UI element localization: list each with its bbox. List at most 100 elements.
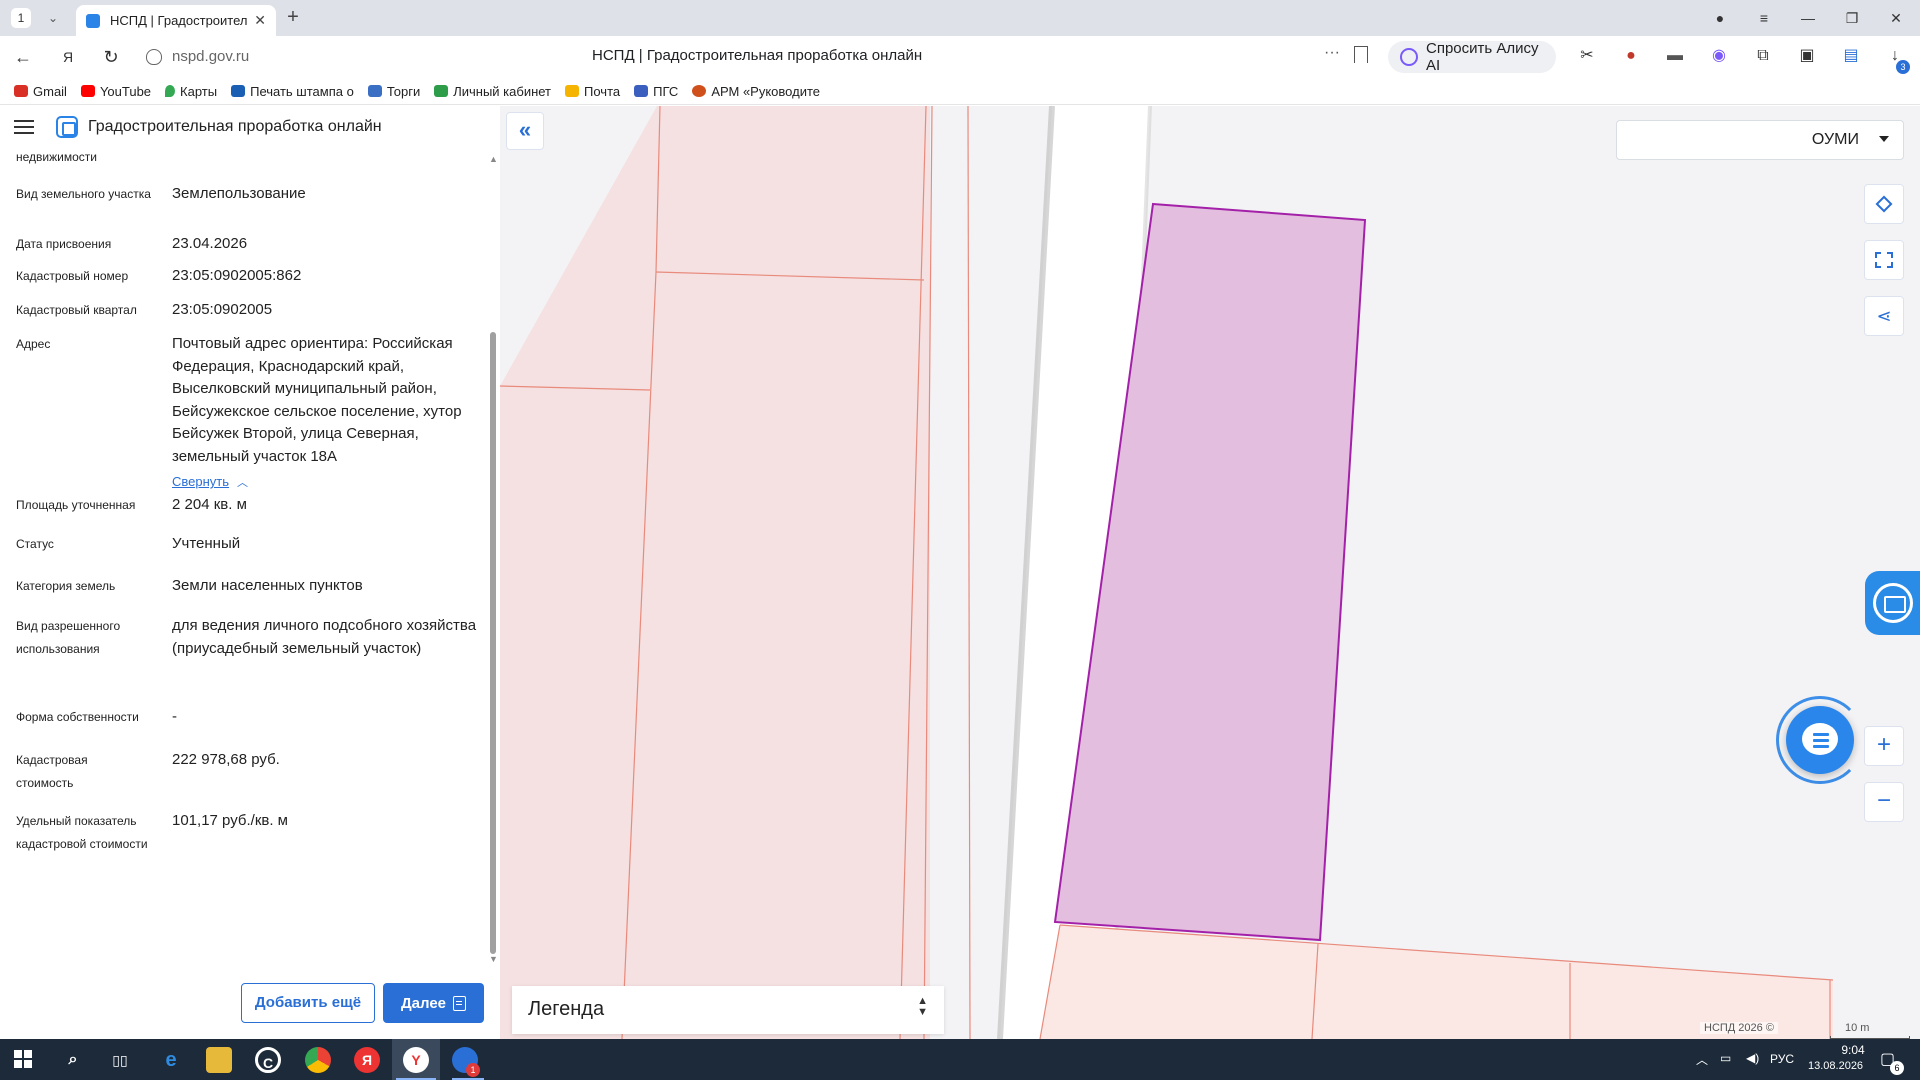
- windows-taskbar: ⌕ ▯▯ e C Я Y 1 ︿ ▭ ◀) РУС 9:04 13.08.202…: [0, 1039, 1920, 1080]
- task-view-icon[interactable]: ▯▯: [107, 1047, 133, 1073]
- language-indicator[interactable]: РУС: [1770, 1052, 1794, 1066]
- extensions-puzzle-icon[interactable]: ⧉: [1752, 45, 1774, 67]
- property-value[interactable]: 23:05:0902005:862: [172, 265, 484, 288]
- bookmark-gmail[interactable]: Gmail: [14, 84, 67, 99]
- new-tab-button[interactable]: +: [282, 7, 304, 29]
- sync-profile-icon[interactable]: ▤: [1840, 45, 1862, 67]
- share-icon: ⋖: [1876, 306, 1892, 326]
- hamburger-menu-icon[interactable]: [14, 120, 34, 134]
- browser-menu-icon[interactable]: ≡: [1752, 6, 1776, 30]
- legend-label: Легенда: [528, 998, 605, 1020]
- property-label: Удельный показатель кадастровой стоимост…: [16, 814, 148, 851]
- scroll-down-arrow-icon[interactable]: ▼: [489, 954, 498, 964]
- area-select-button[interactable]: [1864, 240, 1904, 280]
- property-label: Вид разрешенного использования: [16, 619, 121, 656]
- seal-extension-icon[interactable]: ●: [1620, 45, 1642, 67]
- tax-icon: [434, 85, 449, 97]
- bookmark-label: Торги: [386, 83, 421, 99]
- bookmark-label: АРМ «Руководите: [711, 83, 821, 99]
- network-icon[interactable]: ▭: [1720, 1051, 1731, 1065]
- internet-explorer-icon[interactable]: e: [158, 1047, 184, 1073]
- notifications-badge: 6: [1890, 1061, 1904, 1075]
- map-canvas[interactable]: « ОУМИ ⋖ + − Легенда ▲ ▼ НСПД 2026 © 10 m: [500, 106, 1920, 1039]
- next-button[interactable]: Далее: [383, 983, 484, 1023]
- address-bar: ← Я ↻ nspd.gov.ru НСПД | Градостроительн…: [0, 36, 1920, 78]
- alice-extension-icon[interactable]: ◉: [1708, 45, 1730, 67]
- bookmark-auctions[interactable]: Торги: [367, 83, 421, 99]
- share-button[interactable]: ⋖: [1864, 296, 1904, 336]
- property-value[interactable]: 23:05:0902005: [172, 299, 484, 322]
- minimize-window-button[interactable]: —: [1796, 6, 1820, 30]
- property-label: Дата присвоения: [16, 237, 112, 251]
- layers-button[interactable]: [1864, 184, 1904, 224]
- panel-scrollbar[interactable]: ▲ ▼: [487, 154, 499, 964]
- feedback-tab[interactable]: [1865, 571, 1920, 635]
- bookmark-stamp[interactable]: Печать штампа о: [231, 84, 354, 99]
- ccleaner-icon[interactable]: C: [255, 1047, 281, 1073]
- restore-window-button[interactable]: ❐: [1840, 6, 1864, 30]
- bookmark-arm[interactable]: АРМ «Руководите: [692, 84, 820, 99]
- tab-count-badge[interactable]: 1: [11, 8, 31, 28]
- yandex-browser-icon[interactable]: Y: [403, 1047, 429, 1073]
- collapse-panel-button[interactable]: «: [506, 112, 544, 150]
- bookmark-pgs[interactable]: ПГС: [634, 84, 678, 99]
- layers-icon: [1875, 195, 1893, 213]
- yandex-home-icon[interactable]: Я: [55, 44, 81, 70]
- reload-icon[interactable]: ↻: [98, 44, 124, 70]
- collapse-address-link[interactable]: Свернуть ︿: [172, 473, 248, 491]
- legend-bar[interactable]: Легенда ▲ ▼: [512, 986, 944, 1034]
- bookmark-icon[interactable]: [1354, 46, 1368, 63]
- feedback-icon: [1873, 583, 1913, 623]
- property-label: Кадастровая стоимость: [16, 753, 88, 790]
- tray-expand-icon[interactable]: ︿: [1696, 1051, 1708, 1068]
- url-text[interactable]: nspd.gov.ru: [172, 48, 249, 65]
- property-label: Кадастровый номер: [16, 269, 129, 283]
- map-copyright: НСПД 2026 ©: [1700, 1022, 1778, 1034]
- zoom-out-button[interactable]: −: [1864, 782, 1904, 822]
- collections-icon[interactable]: ▣: [1796, 45, 1818, 67]
- close-window-button[interactable]: ✕: [1884, 6, 1908, 30]
- scroll-up-arrow-icon[interactable]: ▲: [489, 154, 498, 164]
- tab-list-chevron-icon[interactable]: ⌄: [44, 9, 62, 27]
- back-arrow-icon[interactable]: ←: [10, 44, 36, 70]
- add-more-button[interactable]: Добавить ещё: [241, 983, 375, 1023]
- property-value: 222 978,68 руб.: [172, 751, 280, 768]
- browser-tab-active[interactable]: НСПД | Градостроитель ✕: [76, 5, 276, 36]
- security-shield-icon[interactable]: [146, 49, 162, 65]
- nspd-favicon-icon: [86, 13, 100, 28]
- layer-select[interactable]: ОУМИ: [1616, 120, 1904, 160]
- ask-alice-button[interactable]: Спросить Алису AI: [1388, 40, 1556, 74]
- parcel-background: [620, 106, 930, 1039]
- clock-date[interactable]: 13.08.2026: [1808, 1060, 1863, 1072]
- dropdown-caret-icon: [1879, 136, 1889, 142]
- close-tab-icon[interactable]: ✕: [254, 12, 266, 29]
- property-label: Категория земель: [16, 579, 116, 593]
- chat-button[interactable]: [1786, 706, 1854, 774]
- hat-extension-icon[interactable]: ▬: [1664, 45, 1686, 67]
- clock-time[interactable]: 9:04: [1820, 1043, 1886, 1057]
- address-page-title[interactable]: НСПД | Градостроительная проработка онла…: [592, 47, 922, 64]
- file-explorer-icon[interactable]: [206, 1047, 232, 1073]
- bookmark-personal-cabinet[interactable]: Личный кабинет: [434, 84, 551, 99]
- zoom-in-button[interactable]: +: [1864, 726, 1904, 766]
- bookmarks-bar: Gmail YouTube Карты Печать штампа о Торг…: [0, 78, 1920, 105]
- volume-icon[interactable]: ◀): [1746, 1051, 1759, 1065]
- chat-line: [1813, 739, 1829, 742]
- property-value: Землепользование: [172, 185, 306, 202]
- more-options-icon[interactable]: ···: [1324, 44, 1340, 62]
- search-icon[interactable]: ⌕: [60, 1047, 86, 1073]
- bookmark-youtube[interactable]: YouTube: [80, 84, 151, 99]
- chat-line: [1813, 733, 1829, 736]
- eagle-icon: [367, 85, 382, 97]
- chrome-icon[interactable]: [305, 1047, 331, 1073]
- bookmark-maps[interactable]: Карты: [165, 84, 217, 99]
- mountain-icon: [231, 85, 246, 97]
- bookmark-mail[interactable]: Почта: [565, 84, 620, 99]
- scrollbar-thumb[interactable]: [490, 332, 496, 954]
- property-value: -: [172, 708, 177, 725]
- windows-start-icon[interactable]: [14, 1050, 32, 1068]
- profile-icon[interactable]: ●: [1708, 6, 1732, 30]
- yandex-icon[interactable]: Я: [354, 1047, 380, 1073]
- property-label: Кадастровый квартал: [16, 303, 137, 317]
- tools-extension-icon[interactable]: ✂: [1576, 45, 1598, 67]
